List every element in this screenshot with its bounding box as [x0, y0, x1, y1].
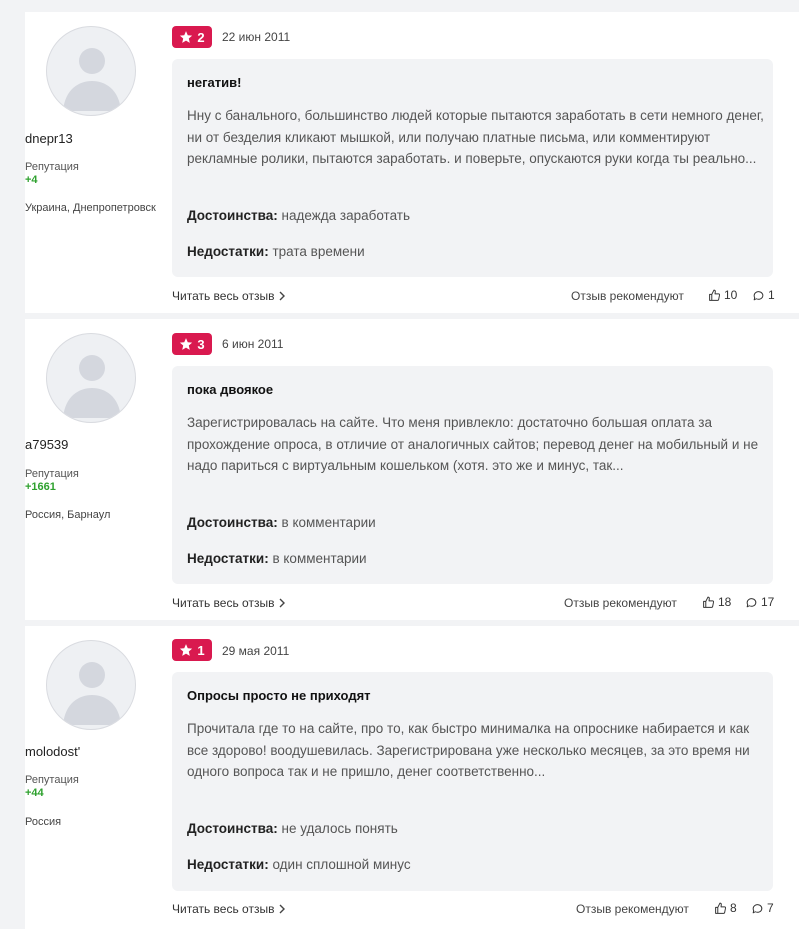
username[interactable]: a79539 — [25, 437, 157, 452]
read-more-link[interactable]: Читать весь отзыв — [172, 289, 286, 303]
user-location: Украина, Днепропетровск — [25, 202, 156, 214]
read-more-label: Читать весь отзыв — [172, 289, 275, 303]
thumbs-up-icon — [709, 289, 721, 301]
review-body: Прочитала где то на сайте, про то, как б… — [187, 721, 750, 779]
review-card: Опросы просто не приходят Прочитала где … — [172, 672, 773, 891]
review-title[interactable]: пока двоякое — [187, 382, 273, 397]
comments-count: 17 — [761, 595, 775, 609]
chevron-right-icon — [279, 598, 286, 608]
comments-count: 1 — [768, 288, 775, 302]
comment-icon — [746, 597, 757, 607]
chevron-right-icon — [279, 904, 286, 914]
rating-badge: 2 — [172, 26, 212, 48]
username[interactable]: dnepr13 — [25, 131, 157, 146]
review-card: негатив! Нну с банального, большинство л… — [172, 59, 773, 277]
pros-text: в комментарии — [281, 515, 376, 530]
rating-value: 1 — [197, 642, 205, 658]
likes-count: 8 — [730, 901, 737, 915]
read-more-label: Читать весь отзыв — [172, 902, 275, 916]
cons-label: Недостатки: — [187, 551, 269, 566]
reputation-label: Репутация — [25, 774, 79, 786]
review-cons: Недостатки: один сплошной минус — [187, 857, 411, 872]
pros-label: Достоинства: — [187, 208, 278, 223]
cons-label: Недостатки: — [187, 857, 269, 872]
review-pros: Достоинства: не удалось понять — [187, 821, 398, 836]
review-pros: Достоинства: в комментарии — [187, 515, 376, 530]
pros-text: надежда заработать — [281, 208, 410, 223]
review-body: Нну с банального, большинство людей кото… — [187, 108, 764, 166]
review-title[interactable]: негатив! — [187, 75, 241, 90]
cons-label: Недостатки: — [187, 244, 269, 259]
read-more-label: Читать весь отзыв — [172, 596, 275, 610]
avatar[interactable] — [46, 26, 136, 116]
review-item: a79539 Репутация +1661 Россия, Барнаул 3… — [25, 319, 799, 620]
pros-label: Достоинства: — [187, 821, 278, 836]
user-location: Россия, Барнаул — [25, 509, 111, 521]
recommend-label: Отзыв рекомендуют — [576, 902, 689, 916]
rating-value: 3 — [197, 336, 205, 352]
username[interactable]: molodost' — [25, 744, 157, 759]
review-date: 29 мая 2011 — [222, 644, 290, 658]
comment-icon — [752, 903, 763, 913]
review-cons: Недостатки: трата времени — [187, 244, 365, 259]
rating-badge: 1 — [172, 639, 212, 661]
reputation-label: Репутация — [25, 161, 79, 173]
user-location: Россия — [25, 816, 62, 828]
rating-value: 2 — [197, 29, 205, 45]
thumbs-up-icon — [703, 596, 715, 608]
review-item: dnepr13 Репутация +4 Украина, Днепропетр… — [25, 12, 799, 313]
comments-button[interactable]: 1 — [752, 288, 775, 302]
star-icon — [180, 338, 193, 350]
comments-button[interactable]: 7 — [751, 901, 774, 915]
read-more-link[interactable]: Читать весь отзыв — [172, 902, 286, 916]
recommend-label: Отзыв рекомендуют — [571, 289, 684, 303]
likes-count: 10 — [724, 288, 738, 302]
review-item: molodost' Репутация +44 Россия 1 29 мая … — [25, 626, 799, 929]
rating-badge: 3 — [172, 333, 212, 355]
reputation-value: +4 — [25, 174, 38, 186]
recommend-label: Отзыв рекомендуют — [564, 596, 677, 610]
review-date: 22 июн 2011 — [222, 30, 291, 44]
pros-label: Достоинства: — [187, 515, 278, 530]
pros-text: не удалось понять — [281, 821, 398, 836]
review-card: пока двоякое Зарегистрировалась на сайте… — [172, 366, 773, 584]
thumbs-up-icon — [715, 902, 727, 914]
review-pros: Достоинства: надежда заработать — [187, 208, 410, 223]
cons-text: в комментарии — [272, 551, 367, 566]
chevron-right-icon — [279, 291, 286, 301]
comments-button[interactable]: 17 — [745, 595, 774, 609]
reputation-label: Репутация — [25, 468, 79, 480]
review-body: Зарегистрировалась на сайте. Что меня пр… — [187, 415, 759, 473]
star-icon — [180, 31, 193, 43]
review-title[interactable]: Опросы просто не приходят — [187, 688, 371, 703]
review-cons: Недостатки: в комментарии — [187, 551, 367, 566]
comments-count: 7 — [767, 901, 774, 915]
comment-icon — [753, 290, 764, 300]
like-button[interactable]: 8 — [714, 901, 737, 915]
reputation-value: +1661 — [25, 481, 56, 493]
star-icon — [180, 644, 193, 656]
avatar[interactable] — [46, 333, 136, 423]
cons-text: трата времени — [272, 244, 365, 259]
likes-count: 18 — [718, 595, 732, 609]
read-more-link[interactable]: Читать весь отзыв — [172, 596, 286, 610]
like-button[interactable]: 10 — [708, 288, 737, 302]
reputation-value: +44 — [25, 787, 44, 799]
like-button[interactable]: 18 — [702, 595, 731, 609]
review-date: 6 июн 2011 — [222, 337, 284, 351]
cons-text: один сплошной минус — [272, 857, 411, 872]
avatar[interactable] — [46, 640, 136, 730]
